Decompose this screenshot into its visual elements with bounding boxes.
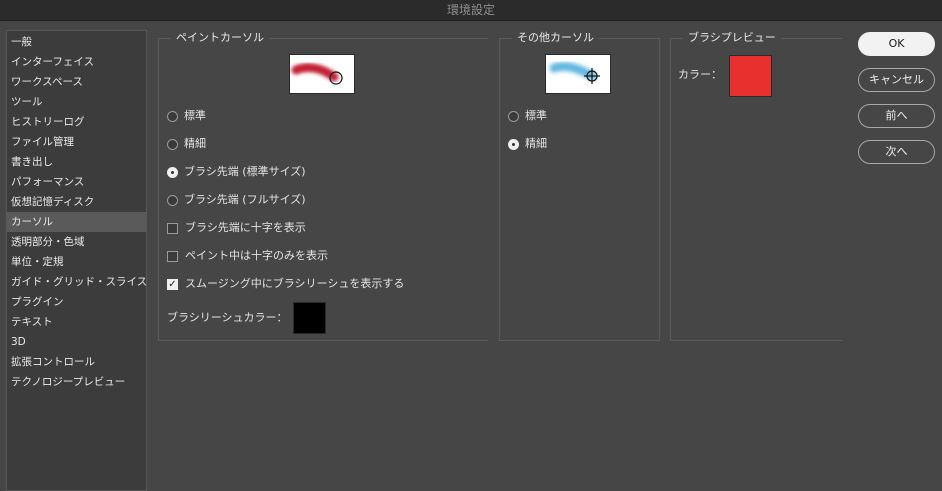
crosshair-in-tip-label: ブラシ先端に十字を表示	[185, 221, 306, 234]
crosshair-in-tip-checkbox[interactable]: ブラシ先端に十字を表示	[167, 220, 306, 236]
radio-circle-icon[interactable]	[508, 138, 519, 150]
sidebar-item[interactable]: 一般	[7, 32, 146, 52]
prev-button[interactable]: 前へ	[858, 104, 935, 128]
checkbox-icon[interactable]	[167, 222, 178, 234]
leash-color-row: ブラシリーシュカラー：	[167, 310, 288, 326]
sidebar-item[interactable]: テキスト	[7, 312, 146, 332]
paint-brush-full-label: ブラシ先端 (フルサイズ)	[184, 193, 306, 206]
brush-preview-color-swatch[interactable]	[729, 55, 772, 97]
sidebar-item[interactable]: 3D	[7, 332, 146, 352]
radio-circle-icon[interactable]	[167, 138, 178, 150]
category-list[interactable]: 一般 インターフェイス ワークスペース ツール ヒストリーログ ファイル管理 書き出し パフォ…	[6, 30, 147, 491]
paint-cursor-title: ペイントカーソル	[171, 31, 269, 45]
sidebar-item[interactable]: パフォーマンス	[7, 172, 146, 192]
leash-smoothing-checkbox[interactable]: ✓ スムージング中にブラシリーシュを表示する	[167, 276, 404, 292]
sidebar-item[interactable]: インターフェイス	[7, 52, 146, 72]
next-button[interactable]: 次へ	[858, 140, 935, 164]
paint-brush-preview-icon	[291, 63, 343, 85]
precise-cursor-preview-icon	[549, 62, 600, 84]
checkbox-icon[interactable]: ✓	[167, 278, 178, 290]
paint-precise-radio[interactable]: 精細	[167, 136, 206, 152]
sidebar-item[interactable]: ツール	[7, 92, 146, 112]
radio-circle-icon[interactable]	[167, 166, 178, 178]
paint-precise-label: 精細	[184, 137, 206, 150]
other-cursor-preview	[545, 54, 611, 94]
sidebar-item[interactable]: 書き出し	[7, 152, 146, 172]
radio-circle-icon[interactable]	[167, 110, 178, 122]
sidebar-item[interactable]: プラグイン	[7, 292, 146, 312]
other-precise-label: 精細	[525, 137, 547, 150]
sidebar-item[interactable]: 仮想記憶ディスク	[7, 192, 146, 212]
crosshair-only-checkbox[interactable]: ペイント中は十字のみを表示	[167, 248, 328, 264]
ok-button[interactable]: OK	[858, 32, 935, 56]
leash-smoothing-label: スムージング中にブラシリーシュを表示する	[185, 277, 405, 290]
crosshair-only-label: ペイント中は十字のみを表示	[185, 249, 328, 262]
radio-circle-icon[interactable]	[167, 194, 178, 206]
radio-circle-icon[interactable]	[508, 110, 519, 122]
leash-color-swatch[interactable]	[293, 302, 326, 334]
paint-standard-label: 標準	[184, 109, 206, 122]
sidebar-item[interactable]: 透明部分・色域	[7, 232, 146, 252]
paint-cursor-preview	[289, 54, 355, 94]
leash-color-label: ブラシリーシュカラー：	[167, 311, 288, 324]
sidebar-item[interactable]: ヒストリーログ	[7, 112, 146, 132]
other-standard-radio[interactable]: 標準	[508, 108, 547, 124]
other-cursor-title: その他カーソル	[512, 31, 599, 45]
paint-standard-radio[interactable]: 標準	[167, 108, 206, 124]
sidebar-item[interactable]: カーソル	[7, 212, 146, 232]
sidebar-item[interactable]: テクノロジープレビュー	[7, 372, 146, 392]
sidebar-item[interactable]: ワークスペース	[7, 72, 146, 92]
checkbox-icon[interactable]	[167, 250, 178, 262]
sidebar-item[interactable]: 拡張コントロール	[7, 352, 146, 372]
sidebar-item[interactable]: ファイル管理	[7, 132, 146, 152]
brush-preview-color-label: カラー：	[678, 68, 722, 81]
paint-brush-full-radio[interactable]: ブラシ先端 (フルサイズ)	[167, 192, 306, 208]
brush-preview-color-row: カラー：	[678, 67, 722, 83]
sidebar-item[interactable]: 単位・定規	[7, 252, 146, 272]
other-standard-label: 標準	[525, 109, 547, 122]
brush-preview-title: ブラシプレビュー	[683, 31, 781, 45]
sidebar-item[interactable]: ガイド・グリッド・スライス	[7, 272, 146, 292]
paint-brush-normal-label: ブラシ先端 (標準サイズ)	[184, 165, 306, 178]
cancel-button[interactable]: キャンセル	[858, 68, 935, 92]
paint-brush-normal-radio[interactable]: ブラシ先端 (標準サイズ)	[167, 164, 306, 180]
other-precise-radio[interactable]: 精細	[508, 136, 547, 152]
window-title: 環境設定	[0, 0, 942, 21]
